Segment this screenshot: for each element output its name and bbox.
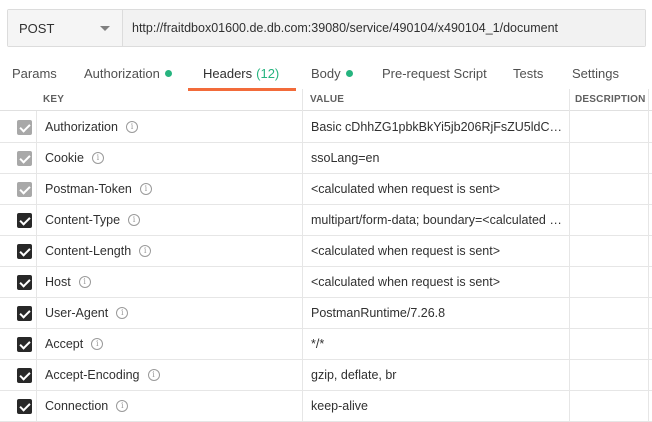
tab-label: Authorization bbox=[84, 66, 160, 81]
tab-body[interactable]: Body bbox=[311, 58, 353, 90]
header-value[interactable]: <calculated when request is sent> bbox=[311, 267, 566, 297]
header-key: Host i bbox=[45, 267, 91, 297]
request-tabs: Params Authorization Headers (12) Body Pr… bbox=[0, 58, 652, 90]
row-checkbox[interactable] bbox=[17, 399, 32, 414]
table-row: Connection i keep-alive bbox=[0, 391, 652, 422]
tab-label: Headers bbox=[203, 66, 253, 81]
info-icon[interactable]: i bbox=[139, 182, 152, 195]
header-key-text: Cookie bbox=[45, 151, 84, 165]
header-key-text: Content-Length bbox=[45, 244, 132, 258]
row-checkbox[interactable] bbox=[17, 244, 32, 259]
table-row: Accept-Encoding i gzip, deflate, br bbox=[0, 360, 652, 391]
table-row: Accept i */* bbox=[0, 329, 652, 360]
tab-label: Settings bbox=[572, 66, 619, 81]
header-key-text: Content-Type bbox=[45, 213, 121, 227]
header-key: User-Agent i bbox=[45, 298, 129, 328]
header-count: (12) bbox=[256, 66, 280, 81]
header-key-text: Accept-Encoding bbox=[45, 368, 140, 382]
row-checkbox[interactable] bbox=[17, 275, 32, 290]
info-icon[interactable]: i bbox=[78, 275, 91, 288]
header-value[interactable]: <calculated when request is sent> bbox=[311, 236, 566, 266]
row-checkbox[interactable] bbox=[17, 213, 32, 228]
row-checkbox[interactable] bbox=[17, 337, 32, 352]
header-key-text: Accept bbox=[45, 337, 84, 351]
tab-authorization[interactable]: Authorization bbox=[84, 58, 172, 90]
header-key-text: Authorization bbox=[45, 120, 118, 134]
tab-label: Tests bbox=[513, 66, 544, 81]
info-icon[interactable]: i bbox=[91, 151, 104, 164]
info-icon[interactable]: i bbox=[116, 306, 129, 319]
method-label: POST bbox=[19, 20, 55, 36]
header-value[interactable]: ssoLang=en bbox=[311, 143, 566, 173]
column-header-description: DESCRIPTION bbox=[575, 94, 646, 105]
header-key-text: Host bbox=[45, 275, 71, 289]
status-dot-icon bbox=[345, 70, 353, 78]
status-dot-icon bbox=[164, 70, 172, 78]
tab-label: Params bbox=[12, 66, 57, 81]
column-header-key: KEY bbox=[43, 94, 65, 105]
table-row: User-Agent i PostmanRuntime/7.26.8 bbox=[0, 298, 652, 329]
row-checkbox[interactable] bbox=[17, 368, 32, 383]
tab-params[interactable]: Params bbox=[12, 58, 57, 90]
tab-settings[interactable]: Settings bbox=[572, 58, 619, 90]
header-key: Connection i bbox=[45, 391, 129, 421]
header-value[interactable]: Basic cDhhZG1pbkBkYi5jb206RjFsZU5ldCQ= bbox=[311, 112, 566, 142]
header-key: Authorization i bbox=[45, 112, 138, 142]
row-checkbox[interactable] bbox=[17, 120, 32, 135]
tab-headers[interactable]: Headers (12) bbox=[203, 58, 279, 90]
header-key: Accept-Encoding i bbox=[45, 360, 160, 390]
header-key: Content-Length i bbox=[45, 236, 152, 266]
url-input[interactable]: http://fraitdbox01600.de.db.com:39080/se… bbox=[123, 10, 645, 46]
tab-label: Pre-request Script bbox=[382, 66, 487, 81]
chevron-down-icon bbox=[100, 25, 110, 31]
header-key: Postman-Token i bbox=[45, 174, 152, 204]
row-checkbox[interactable] bbox=[17, 151, 32, 166]
info-icon[interactable]: i bbox=[91, 337, 104, 350]
tab-pre-request-script[interactable]: Pre-request Script bbox=[382, 58, 487, 90]
header-value[interactable]: keep-alive bbox=[311, 391, 566, 421]
table-row: Host i <calculated when request is sent> bbox=[0, 267, 652, 298]
header-key: Cookie i bbox=[45, 143, 104, 173]
column-header-value: VALUE bbox=[310, 94, 345, 105]
info-icon[interactable]: i bbox=[147, 368, 160, 381]
tab-label: Body bbox=[311, 66, 341, 81]
header-value[interactable]: PostmanRuntime/7.26.8 bbox=[311, 298, 566, 328]
request-bar: POST http://fraitdbox01600.de.db.com:390… bbox=[7, 9, 646, 47]
row-checkbox[interactable] bbox=[17, 306, 32, 321]
table-header: KEY VALUE DESCRIPTION bbox=[0, 89, 652, 111]
header-value[interactable]: gzip, deflate, br bbox=[311, 360, 566, 390]
header-value[interactable]: */* bbox=[311, 329, 566, 359]
header-key-text: Postman-Token bbox=[45, 182, 132, 196]
table-row: Content-Type i multipart/form-data; bound… bbox=[0, 205, 652, 236]
header-value[interactable]: <calculated when request is sent> bbox=[311, 174, 566, 204]
tab-tests[interactable]: Tests bbox=[513, 58, 543, 90]
row-checkbox[interactable] bbox=[17, 182, 32, 197]
header-key: Accept i bbox=[45, 329, 104, 359]
info-icon[interactable]: i bbox=[116, 399, 129, 412]
header-key: Content-Type i bbox=[45, 205, 141, 235]
table-row: Postman-Token i <calculated when request … bbox=[0, 174, 652, 205]
table-row: Cookie i ssoLang=en bbox=[0, 143, 652, 174]
info-icon[interactable]: i bbox=[125, 120, 138, 133]
table-row: Content-Length i <calculated when request… bbox=[0, 236, 652, 267]
table-row: Authorization i Basic cDhhZG1pbkBkYi5jb20… bbox=[0, 112, 652, 143]
header-key-text: Connection bbox=[45, 399, 109, 413]
header-value[interactable]: multipart/form-data; boundary=<calculate… bbox=[311, 205, 566, 235]
info-icon[interactable]: i bbox=[139, 244, 152, 257]
info-icon[interactable]: i bbox=[128, 213, 141, 226]
method-select[interactable]: POST bbox=[8, 10, 123, 46]
header-key-text: User-Agent bbox=[45, 306, 109, 320]
